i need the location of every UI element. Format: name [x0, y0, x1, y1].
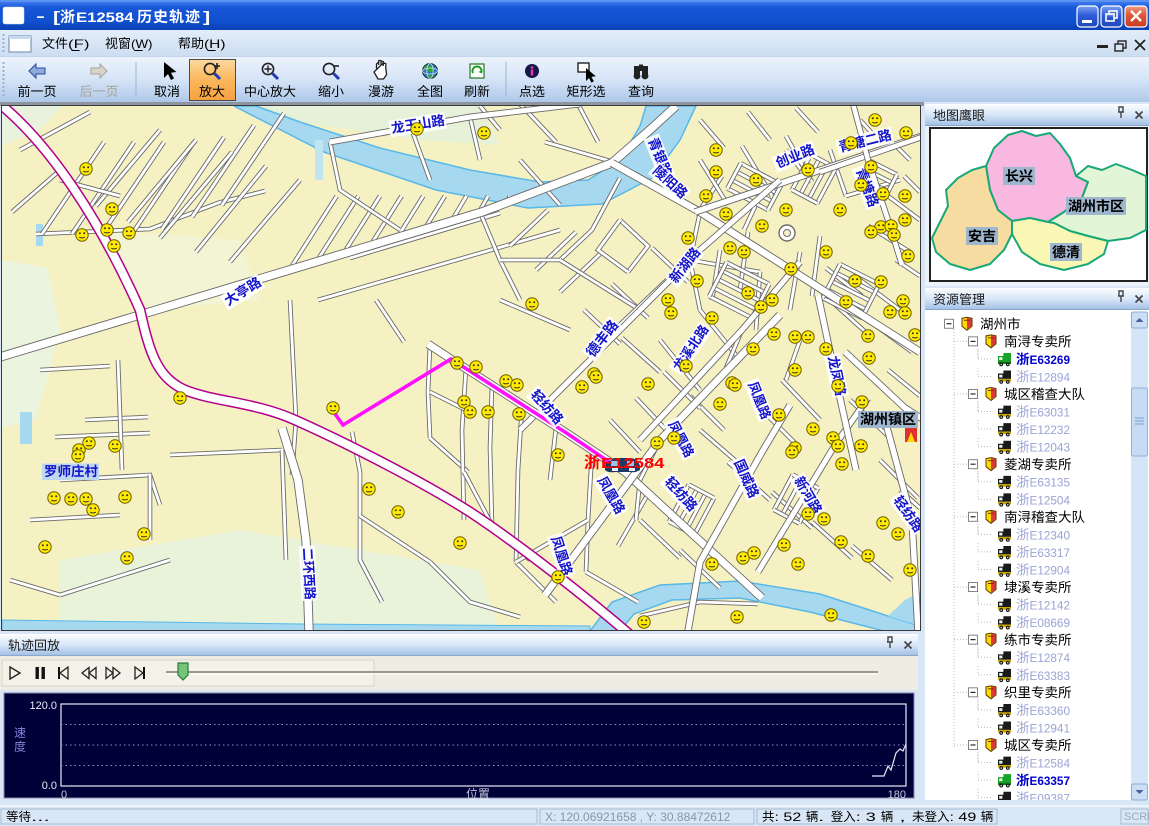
svg-text:E12584: E12584 — [601, 456, 665, 472]
svg-text:(H): (H) — [204, 37, 226, 51]
svg-text:E63269: E63269 — [1030, 353, 1071, 367]
svg-text:0: 0 — [61, 789, 67, 801]
svg-text:E12232: E12232 — [1030, 423, 1071, 437]
svg-text:: 52: : 52 — [775, 812, 806, 824]
svg-text:E63317: E63317 — [1030, 546, 1071, 560]
svg-text:E63383: E63383 — [1030, 669, 1071, 683]
svg-text:-: - — [36, 9, 46, 24]
svg-text:E12504: E12504 — [1030, 493, 1071, 507]
svg-text:E63357: E63357 — [1030, 774, 1071, 788]
svg-text:E12874: E12874 — [1030, 651, 1071, 665]
svg-text:.: . — [818, 812, 831, 824]
svg-text:E63360: E63360 — [1030, 704, 1071, 718]
svg-text:E12043: E12043 — [1030, 441, 1071, 455]
svg-text:E12584: E12584 — [1030, 757, 1071, 771]
svg-text:E08669: E08669 — [1030, 616, 1071, 630]
svg-text:0.0: 0.0 — [42, 780, 57, 792]
svg-text:E63135: E63135 — [1030, 476, 1071, 490]
svg-text:[: [ — [53, 10, 60, 26]
svg-text:: 49: : 49 — [950, 812, 981, 824]
svg-text:]: ] — [203, 10, 210, 26]
svg-text:SCRL: SCRL — [1124, 811, 1149, 823]
svg-text:: 3: : 3 — [856, 812, 881, 824]
svg-text:E63031: E63031 — [1030, 406, 1071, 420]
svg-text:E12904: E12904 — [1030, 564, 1071, 578]
svg-text:E12142: E12142 — [1030, 599, 1071, 613]
svg-text:180: 180 — [888, 789, 906, 801]
svg-text:(W): (W) — [131, 37, 153, 51]
svg-text:E12340: E12340 — [1030, 528, 1071, 542]
svg-text:,: , — [893, 812, 912, 824]
svg-text:...: ... — [31, 812, 50, 824]
svg-text:(F): (F) — [68, 37, 90, 51]
svg-text:E12941: E12941 — [1030, 721, 1071, 735]
svg-text:E12584: E12584 — [76, 10, 134, 25]
svg-text:E12894: E12894 — [1030, 370, 1071, 384]
svg-text:120.0: 120.0 — [29, 700, 57, 712]
svg-text:X: 120.06921658 , Y: 30.884726: X: 120.06921658 , Y: 30.88472612 — [545, 810, 731, 824]
